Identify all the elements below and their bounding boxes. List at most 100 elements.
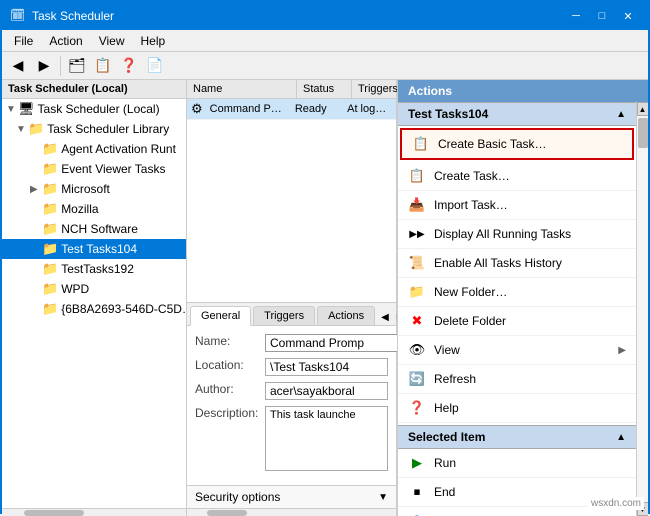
view-icon: 👁	[408, 341, 426, 359]
action-item-import-task[interactable]: 📥 Import Task…	[398, 191, 636, 220]
action-label-refresh: Refresh	[434, 372, 476, 386]
action-item-create-task[interactable]: 📋 Create Task…	[398, 162, 636, 191]
tree-item-test192[interactable]: 📁 TestTasks192	[2, 259, 186, 279]
toolbar-help[interactable]: ❓	[117, 54, 141, 78]
tree-item-root[interactable]: ▼ 🖥 Task Scheduler (Local)	[2, 99, 186, 119]
tree-label-test104: Test Tasks104	[61, 242, 137, 256]
left-panel: Task Scheduler (Local) ▼ 🖥 Task Schedule…	[2, 80, 187, 516]
maximize-button[interactable]: □	[590, 6, 614, 26]
list-area[interactable]: ⚙ Command P… Ready At log on	[187, 99, 396, 302]
delete-icon: ✖	[408, 312, 426, 330]
action-item-help[interactable]: ❓ Help	[398, 394, 636, 423]
tree-label-test192: TestTasks192	[61, 262, 134, 276]
folder-icon: 📁	[42, 221, 58, 237]
toolbar-sep-1	[60, 56, 61, 76]
section-selected-label: Selected Item	[408, 430, 485, 444]
scroll-up-btn[interactable]: ▲	[637, 102, 649, 116]
location-value: \Test Tasks104	[265, 358, 388, 376]
action-item-view[interactable]: 👁 View ▶	[398, 336, 636, 365]
main-layout: Task Scheduler (Local) ▼ 🖥 Task Schedule…	[2, 80, 648, 516]
col-header-status[interactable]: Status	[297, 80, 352, 98]
create-task-icon: 📋	[408, 167, 426, 185]
computer-icon: 🖥	[18, 101, 35, 117]
tabs: General Triggers Actions ◀ ▶	[187, 303, 396, 326]
toolbar-back[interactable]: ◀	[6, 54, 30, 78]
disable-icon: ⬇	[408, 512, 426, 516]
right-scrollbar[interactable]: ▲ ▼	[636, 102, 648, 516]
minimize-button[interactable]: ─	[564, 6, 588, 26]
action-item-refresh[interactable]: 🔄 Refresh	[398, 365, 636, 394]
tree-item-event[interactable]: 📁 Event Viewer Tasks	[2, 159, 186, 179]
detail-panel: General Triggers Actions ◀ ▶ Name: Locat…	[187, 302, 396, 516]
tree-label-mozilla: Mozilla	[61, 202, 98, 216]
tree-item-test104[interactable]: 📁 Test Tasks104	[2, 239, 186, 259]
close-button[interactable]: ✕	[616, 6, 640, 26]
action-label-new-folder: New Folder…	[434, 285, 507, 299]
tab-triggers[interactable]: Triggers	[253, 306, 315, 325]
toolbar-list[interactable]: 📋	[91, 54, 115, 78]
left-scroll-thumb	[24, 510, 84, 516]
action-label-delete: Delete Folder	[434, 314, 506, 328]
row-icon: ⚙	[191, 101, 203, 117]
folder-icon: 📁	[42, 281, 58, 297]
toolbar-forward[interactable]: ▶	[32, 54, 56, 78]
tree-label-root: Task Scheduler (Local)	[38, 102, 160, 116]
list-row[interactable]: ⚙ Command P… Ready At log on	[187, 99, 396, 120]
detail-scrollbar[interactable]	[187, 508, 396, 516]
menu-item-file[interactable]: File	[6, 30, 41, 52]
description-row: Description: This task launche	[195, 406, 388, 471]
tree-item-nch[interactable]: 📁 NCH Software	[2, 219, 186, 239]
left-scrollbar[interactable]	[2, 508, 186, 516]
tree-label-wpd: WPD	[61, 282, 89, 296]
create-basic-icon: 📋	[412, 135, 430, 153]
row-name: Command P…	[206, 101, 291, 117]
expand-icon: ▼	[16, 124, 26, 135]
col-header-name[interactable]: Name	[187, 80, 297, 98]
section-selected-collapse-icon[interactable]: ▲	[616, 432, 626, 443]
tree-item-wpd[interactable]: 📁 WPD	[2, 279, 186, 299]
new-folder-icon: 📁	[408, 283, 426, 301]
tab-general[interactable]: General	[190, 306, 251, 326]
section-selected: Selected Item ▲	[398, 425, 636, 449]
action-item-display-running[interactable]: ▶▶ Display All Running Tasks	[398, 220, 636, 249]
actions-panel-inner: Test Tasks104 ▲ 📋 Create Basic Task… 📋 C…	[398, 102, 648, 516]
security-bar: Security options ▼	[187, 485, 396, 508]
tree-item-lib[interactable]: ▼ 📁 Task Scheduler Library	[2, 119, 186, 139]
tab-actions[interactable]: Actions	[317, 306, 375, 325]
folder-icon: 📁	[42, 301, 58, 317]
expand-icon: ▼	[6, 104, 16, 115]
toolbar-folder[interactable]: 🗂	[65, 54, 89, 78]
action-item-new-folder[interactable]: 📁 New Folder…	[398, 278, 636, 307]
title-bar-icon: 🗓	[10, 8, 26, 24]
tree-area[interactable]: ▼ 🖥 Task Scheduler (Local) ▼ 📁 Task Sche…	[2, 99, 186, 508]
action-item-create-basic-task[interactable]: 📋 Create Basic Task…	[400, 128, 634, 160]
tree-item-mozilla[interactable]: 📁 Mozilla	[2, 199, 186, 219]
tree-item-agent[interactable]: 📁 Agent Activation Runt	[2, 139, 186, 159]
folder-icon: 📁	[42, 241, 58, 257]
security-arrow: ▼	[378, 492, 388, 503]
folder-icon: 📁	[42, 261, 58, 277]
menu-item-view[interactable]: View	[91, 30, 133, 52]
tree-label-guid: {6B8A2693-546D-C5D…	[61, 302, 186, 316]
toolbar-page[interactable]: 📄	[143, 54, 167, 78]
toolbar: ◀ ▶ 🗂 📋 ❓ 📄	[2, 52, 648, 80]
tree-item-microsoft[interactable]: ▶ 📁 Microsoft	[2, 179, 186, 199]
action-item-delete-folder[interactable]: ✖ Delete Folder	[398, 307, 636, 336]
section-collapse-icon[interactable]: ▲	[616, 109, 626, 120]
action-item-run[interactable]: ▶ Run	[398, 449, 636, 478]
detail-content: Name: Location: \Test Tasks104 Author: a…	[187, 326, 396, 485]
menu-item-help[interactable]: Help	[133, 30, 174, 52]
section-task-label: Test Tasks104	[408, 107, 488, 121]
folder-icon: 📁	[42, 161, 58, 177]
action-item-enable-history[interactable]: 📜 Enable All Tasks History	[398, 249, 636, 278]
watermark: wsxdn.com	[588, 497, 644, 510]
action-label-create-task: Create Task…	[434, 169, 510, 183]
author-value: acer\sayakboral	[265, 382, 388, 400]
menu-item-action[interactable]: Action	[41, 30, 90, 52]
tree-label-agent: Agent Activation Runt	[61, 142, 176, 156]
center-panel: Name Status Triggers ⚙ Command P… Ready …	[187, 80, 397, 516]
tab-prev[interactable]: ◀	[377, 310, 393, 325]
description-field[interactable]: This task launche	[265, 406, 388, 471]
tree-item-guid[interactable]: 📁 {6B8A2693-546D-C5D…	[2, 299, 186, 319]
action-label-end: End	[434, 485, 455, 499]
